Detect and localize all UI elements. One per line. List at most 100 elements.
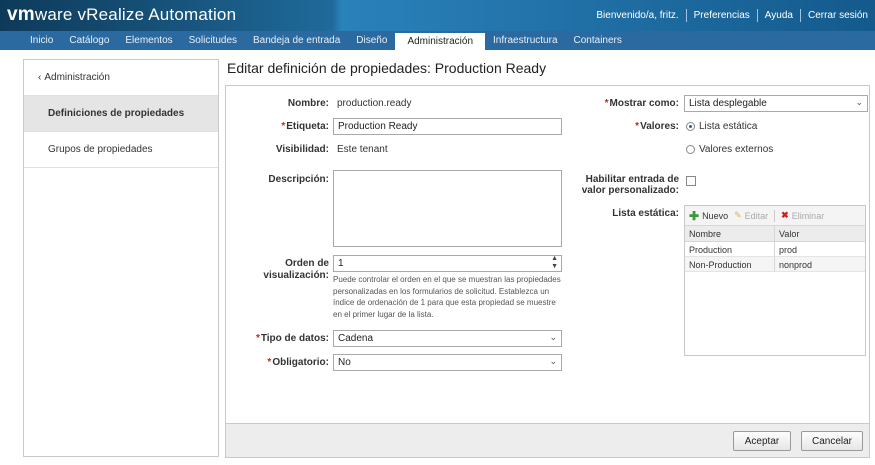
- form-footer: Aceptar Cancelar: [226, 423, 869, 457]
- required-label: *Obligatorio:: [267, 357, 329, 368]
- tab-inicio[interactable]: Inicio: [0, 31, 61, 50]
- chevron-down-icon: ⌄: [855, 97, 863, 107]
- name-value: production.ready: [337, 98, 412, 109]
- display-as-select[interactable]: Lista desplegable ⌄: [684, 95, 868, 112]
- radio-external-values[interactable]: Valores externos: [686, 144, 773, 155]
- description-textarea[interactable]: [333, 170, 562, 247]
- top-header: vmware vRealize Automation Bienvenido/a,…: [0, 0, 875, 31]
- tab-infraestructura[interactable]: Infraestructura: [485, 31, 565, 50]
- help-link[interactable]: Ayuda: [758, 10, 800, 21]
- datatype-value: Cadena: [338, 333, 374, 344]
- visibility-value: Este tenant: [337, 144, 388, 155]
- static-list-grid: ✚ Nuevo ✎ Editar ✖ Eliminar Nombre Valor…: [684, 205, 866, 356]
- new-button-label: Nuevo: [702, 210, 729, 221]
- divider: [774, 209, 776, 222]
- radio-static-list-label: Lista estática: [699, 121, 758, 132]
- sidebar-item-property-groups[interactable]: Grupos de propiedades: [24, 132, 218, 168]
- static-list-label: Lista estática:: [612, 208, 679, 219]
- required-label-text: Obligatorio:: [272, 357, 329, 368]
- display-as-label: *Mostrar como:: [605, 98, 679, 109]
- required-marker: *: [267, 357, 272, 368]
- delete-button-label: Eliminar: [791, 210, 825, 221]
- datatype-select[interactable]: Cadena ⌄: [333, 330, 562, 347]
- welcome-text: Bienvenido/a, fritz.: [596, 10, 679, 21]
- tab-elementos[interactable]: Elementos: [117, 31, 180, 50]
- required-marker: *: [255, 333, 260, 344]
- table-row[interactable]: Production prod: [685, 242, 865, 257]
- row-name-cell: Production: [685, 242, 775, 256]
- order-value: 1: [338, 258, 344, 269]
- tag-label: *Etiqueta:: [281, 121, 329, 132]
- brand-product2: Automation: [144, 5, 237, 24]
- required-marker: *: [604, 98, 609, 109]
- tab-containers[interactable]: Containers: [566, 31, 630, 50]
- plus-icon: ✚: [689, 208, 700, 223]
- radio-unselected-icon[interactable]: [686, 145, 695, 154]
- accept-button[interactable]: Aceptar: [733, 431, 791, 451]
- custom-entry-label-line2: valor personalizado:: [581, 185, 679, 196]
- column-header-value[interactable]: Valor: [775, 226, 865, 241]
- required-select[interactable]: No ⌄: [333, 354, 562, 371]
- cancel-button[interactable]: Cancelar: [801, 431, 863, 451]
- description-label: Descripción:: [268, 174, 329, 185]
- sidebar-item-property-definitions[interactable]: Definiciones de propiedades: [24, 96, 218, 132]
- tab-diseno[interactable]: Diseño: [348, 31, 395, 50]
- tab-solicitudes[interactable]: Solicitudes: [181, 31, 245, 50]
- user-menu: Bienvenido/a, fritz. Preferencias Ayuda …: [589, 0, 875, 31]
- values-label: *Valores:: [635, 121, 679, 132]
- main-nav: Inicio Catálogo Elementos Solicitudes Ba…: [0, 31, 875, 50]
- order-help-text: Puede controlar el orden en el que se mu…: [333, 275, 561, 319]
- vmware-logo: vmware vRealize Automation: [7, 4, 236, 26]
- radio-selected-icon[interactable]: [686, 122, 695, 131]
- chevron-left-icon: ‹: [38, 72, 42, 83]
- edit-button[interactable]: ✎ Editar: [734, 210, 768, 221]
- order-stepper[interactable]: 1 ▲ ▼: [333, 255, 562, 272]
- table-row[interactable]: Non-Production nonprod: [685, 257, 865, 272]
- brand-ware: ware: [34, 5, 73, 24]
- custom-entry-label-line1: Habilitar entrada de: [585, 174, 679, 185]
- order-label-line2: visualización:: [263, 270, 329, 281]
- edit-button-label: Editar: [744, 210, 769, 221]
- datatype-label-text: Tipo de datos:: [260, 333, 329, 344]
- x-icon: ✖: [781, 210, 789, 220]
- custom-entry-checkbox[interactable]: [686, 176, 696, 186]
- display-as-value: Lista desplegable: [689, 98, 767, 109]
- brand-product: vRealize: [72, 5, 145, 24]
- grid-toolbar: ✚ Nuevo ✎ Editar ✖ Eliminar: [685, 206, 865, 226]
- row-value-cell: prod: [779, 245, 798, 255]
- preferences-link[interactable]: Preferencias: [687, 10, 757, 21]
- delete-button[interactable]: ✖ Eliminar: [781, 210, 824, 221]
- tab-bandeja-de-entrada[interactable]: Bandeja de entrada: [245, 31, 348, 50]
- values-label-text: Valores:: [640, 121, 679, 132]
- grid-header: Nombre Valor: [685, 226, 865, 242]
- chevron-down-icon: ⌄: [549, 332, 557, 342]
- row-value-cell: nonprod: [779, 260, 813, 270]
- tag-label-text: Etiqueta:: [286, 121, 329, 132]
- display-as-label-text: Mostrar como:: [609, 98, 679, 109]
- sidebar-back-label: Administración: [44, 72, 110, 83]
- page-title: Editar definición de propiedades: Produc…: [227, 60, 547, 76]
- logout-link[interactable]: Cerrar sesión: [801, 10, 875, 21]
- required-marker: *: [635, 121, 640, 132]
- name-label: Nombre:: [287, 98, 329, 109]
- sidebar: ‹ Administración Definiciones de propied…: [23, 59, 219, 457]
- up-down-arrows-icon[interactable]: ▲ ▼: [551, 256, 558, 271]
- brand-vm: vm: [7, 4, 35, 25]
- tab-administracion[interactable]: Administración: [395, 31, 486, 50]
- order-label: Orden de visualización:: [263, 258, 329, 282]
- visibility-label: Visibilidad:: [275, 144, 329, 155]
- radio-external-values-label: Valores externos: [699, 144, 774, 155]
- form-panel: Nombre: production.ready *Etiqueta: Prod…: [225, 85, 870, 458]
- column-header-name[interactable]: Nombre: [685, 226, 775, 241]
- required-marker: *: [281, 121, 286, 132]
- tab-catalogo[interactable]: Catálogo: [61, 31, 117, 50]
- sidebar-back-link[interactable]: ‹ Administración: [24, 60, 218, 96]
- tag-input[interactable]: Production Ready: [333, 118, 562, 135]
- required-value: No: [338, 357, 351, 368]
- custom-entry-label: Habilitar entrada de valor personalizado…: [582, 174, 679, 196]
- order-label-line1: Orden de: [285, 258, 329, 269]
- new-button[interactable]: ✚ Nuevo: [689, 209, 728, 223]
- radio-static-list[interactable]: Lista estática: [686, 121, 757, 132]
- content-area: ‹ Administración Definiciones de propied…: [18, 56, 871, 459]
- datatype-label: *Tipo de datos:: [256, 333, 329, 344]
